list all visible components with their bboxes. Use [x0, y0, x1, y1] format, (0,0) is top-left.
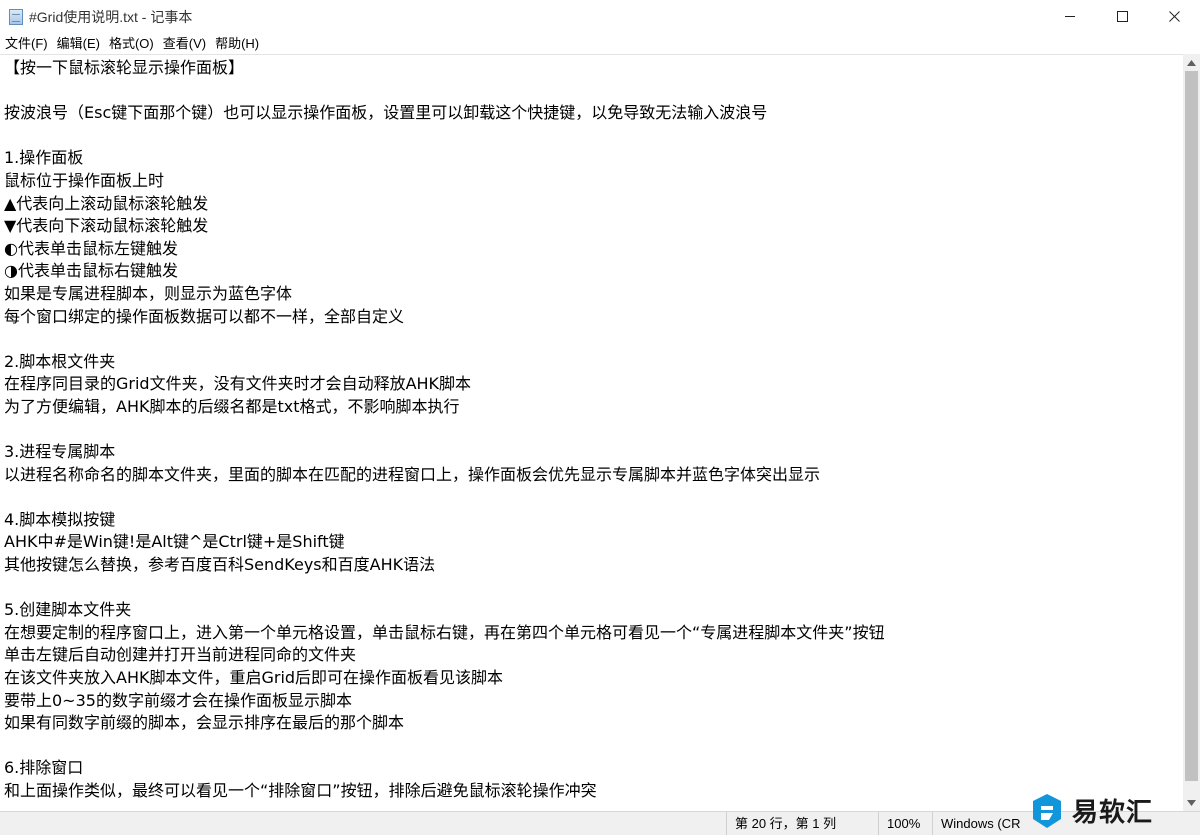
window-title: #Grid使用说明.txt - 记事本 [29, 8, 193, 25]
logo-text: 易软汇 [1072, 798, 1154, 828]
text-line: 每个窗口绑定的操作面板数据可以都不一样，全部自定义 [4, 306, 405, 326]
cursor-position: 第 20 行，第 1 列 [726, 812, 881, 835]
text-line [4, 486, 1183, 509]
text-line [4, 328, 1183, 351]
text-line: ▼代表向下滚动鼠标滚轮触发 [4, 216, 209, 236]
line-ending: Windows (CR [932, 812, 1032, 835]
title-bar[interactable]: #Grid使用说明.txt - 记事本 [0, 0, 1200, 33]
text-line: 如果是专属进程脚本，则显示为蓝色字体 [4, 283, 293, 303]
vertical-scrollbar[interactable] [1183, 54, 1200, 811]
text-line: 和上面操作类似，最终可以看见一个“排除窗口”按钮，排除后避免鼠标滚轮操作冲突 [4, 781, 597, 800]
document-text[interactable]: 【按一下鼠标滚轮显示操作面板】 按波浪号（Esc键下面那个键）也可以显示操作面板… [0, 55, 1183, 803]
text-line: ◐代表单击鼠标左键触发 [4, 238, 178, 258]
text-line: 单击左键后自动创建并打开当前进程同命的文件夹 [4, 645, 357, 665]
text-line [4, 577, 1183, 600]
text-line: 在该文件夹放入AHK脚本文件，重启Grid后即可在操作面板看见该脚本 [4, 668, 504, 688]
text-line [4, 419, 1183, 442]
logo-icon [1033, 793, 1061, 828]
close-button[interactable] [1148, 0, 1200, 33]
notepad-icon [9, 8, 23, 25]
text-line: ◑代表单击鼠标右键触发 [4, 261, 178, 281]
window-controls [1044, 0, 1200, 33]
text-line: 如果有同数字前缀的脚本，会显示排序在最后的那个脚本 [4, 713, 405, 733]
text-line: 6.排除窗口 [4, 758, 84, 778]
scroll-thumb[interactable] [1185, 71, 1198, 781]
menu-bar: 文件(F) 编辑(E) 格式(O) 查看(V) 帮助(H) [0, 33, 1200, 54]
text-line: 在程序同目录的Grid文件夹，没有文件夹时才会自动释放AHK脚本 [4, 374, 472, 394]
menu-edit[interactable]: 编辑(E) [52, 33, 104, 54]
text-line: 为了方便编辑，AHK脚本的后缀名都是txt格式，不影响脚本执行 [4, 396, 460, 416]
menu-view[interactable]: 查看(V) [158, 33, 210, 54]
text-line [4, 125, 1183, 148]
text-line: 2.脚本根文件夹 [4, 351, 116, 371]
minimize-button[interactable] [1044, 0, 1096, 33]
text-line: 按波浪号（Esc键下面那个键）也可以显示操作面板，设置里可以卸载这个快捷键，以免… [4, 103, 768, 123]
text-line: 在想要定制的程序窗口上，进入第一个单元格设置，单击鼠标右键，再在第四个单元格可看… [4, 622, 885, 642]
text-line: 1.操作面板 [4, 148, 84, 168]
text-line [4, 735, 1183, 758]
menu-file[interactable]: 文件(F) [0, 33, 52, 54]
menu-help[interactable]: 帮助(H) [210, 33, 263, 54]
maximize-icon [1116, 11, 1128, 22]
text-line: 5.创建脚本文件夹 [4, 600, 132, 620]
close-icon [1168, 11, 1180, 22]
zoom-level: 100% [878, 812, 932, 835]
chevron-up-icon [1187, 59, 1196, 66]
text-line: 要带上0~35的数字前缀才会在操作面板显示脚本 [4, 690, 352, 710]
text-line: AHK中#是Win键!是Alt键^是Ctrl键+是Shift键 [4, 532, 345, 552]
maximize-button[interactable] [1096, 0, 1148, 33]
text-line: 4.脚本模拟按键 [4, 509, 116, 529]
minimize-icon [1064, 16, 1075, 17]
scroll-up-button[interactable] [1183, 54, 1200, 71]
text-line: 以进程名称命名的脚本文件夹，里面的脚本在匹配的进程窗口上，操作面板会优先显示专属… [4, 464, 821, 484]
text-line: 【按一下鼠标滚轮显示操作面板】 [4, 58, 245, 77]
text-line: 其他按键怎么替换，参考百度百科SendKeys和百度AHK语法 [4, 555, 436, 575]
status-bar: 第 20 行，第 1 列 100% Windows (CR [0, 811, 1200, 835]
text-line: 鼠标位于操作面板上时 [4, 170, 165, 190]
watermark-logo: 易软汇 [1030, 786, 1200, 835]
text-editor[interactable]: 【按一下鼠标滚轮显示操作面板】 按波浪号（Esc键下面那个键）也可以显示操作面板… [0, 54, 1183, 812]
text-line: 3.进程专属脚本 [4, 442, 116, 462]
menu-format[interactable]: 格式(O) [104, 33, 158, 54]
text-line [4, 80, 1183, 103]
text-line: ▲代表向上滚动鼠标滚轮触发 [4, 193, 209, 213]
